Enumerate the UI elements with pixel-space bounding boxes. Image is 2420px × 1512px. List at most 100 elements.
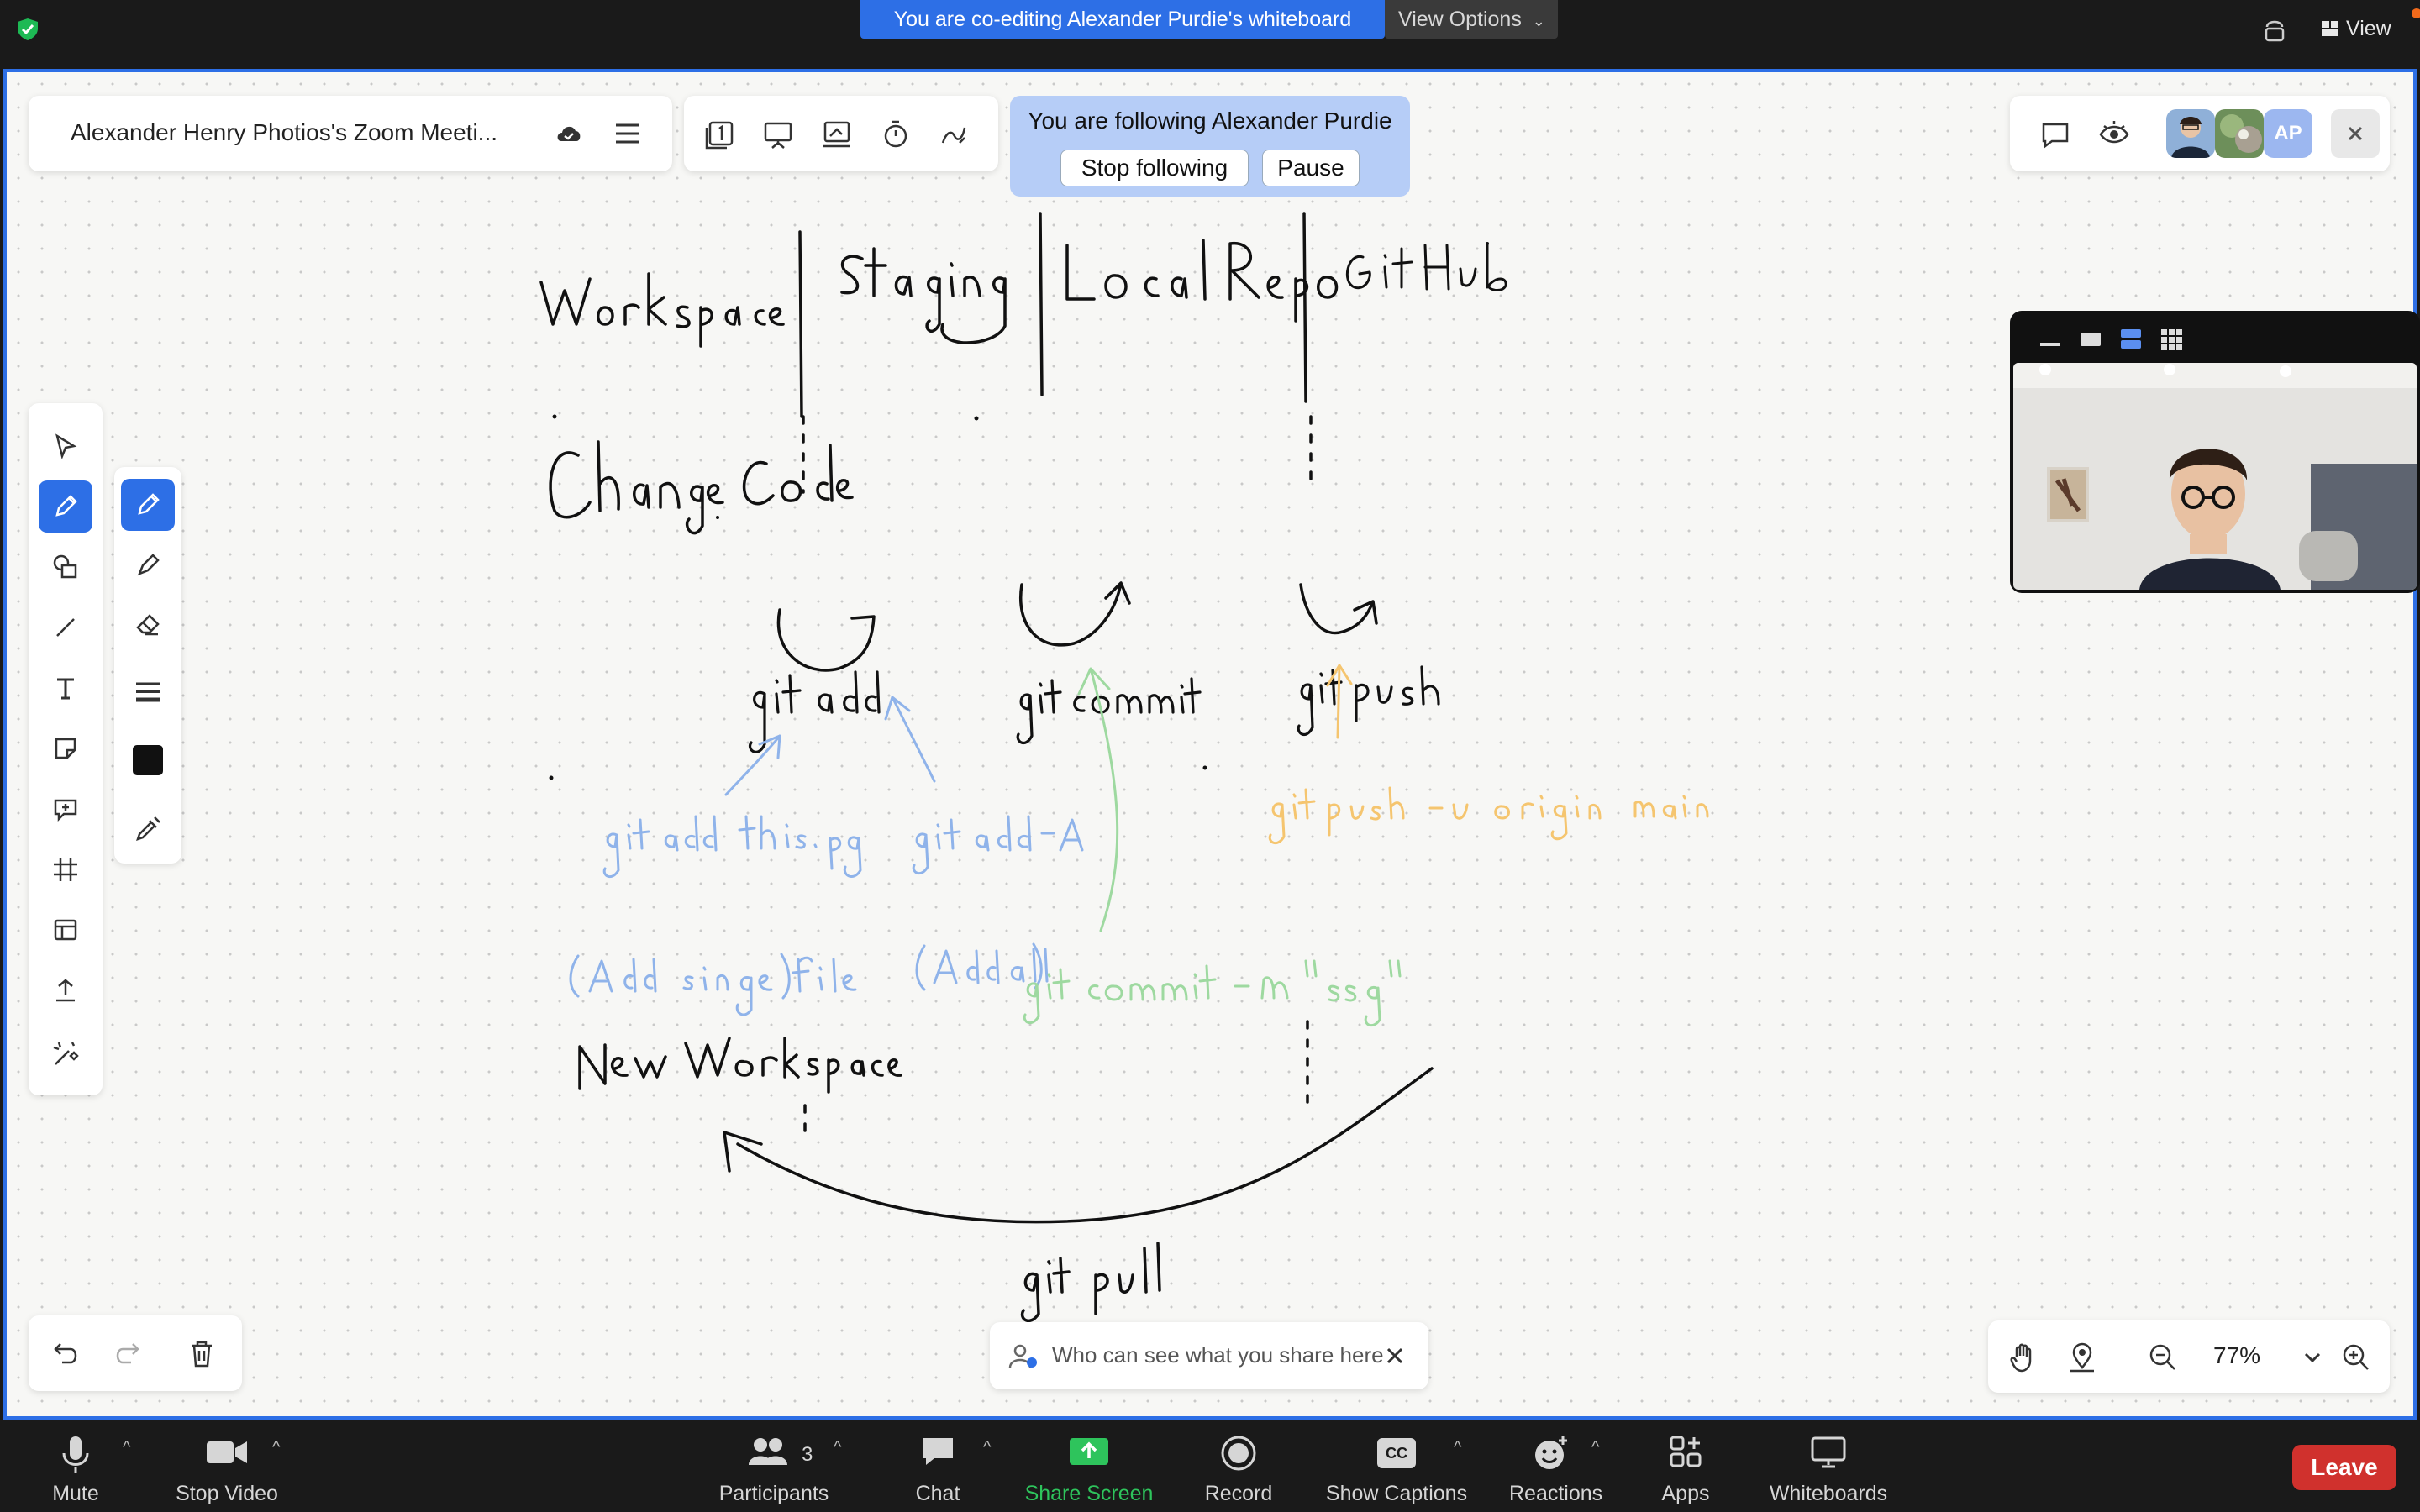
handwriting-staging (840, 247, 1007, 344)
share-notice-text: Who can see what you share here (1052, 1342, 1384, 1368)
location-pin-icon[interactable] (2065, 1341, 2099, 1374)
whiteboard-icon (1811, 1436, 1846, 1468)
ai-assist-tool[interactable] (39, 1028, 92, 1080)
present-icon[interactable] (761, 118, 795, 151)
stop-video-button[interactable]: Stop Video (165, 1435, 289, 1510)
reactions-button[interactable]: Reactions (1509, 1435, 1603, 1510)
close-icon (2348, 126, 2363, 141)
avatar-participant-initials[interactable]: AP (2264, 109, 2312, 158)
sticky-note-tool[interactable] (39, 722, 92, 774)
stop-following-button[interactable]: Stop following (1060, 150, 1249, 186)
close-icon[interactable] (1385, 1346, 1405, 1366)
zoom-level[interactable]: 77% (2213, 1342, 2260, 1369)
chevron-down-icon[interactable] (2302, 1347, 2323, 1368)
whiteboards-button[interactable]: Whiteboards (1761, 1435, 1896, 1510)
record-icon (1221, 1436, 1256, 1471)
mute-button[interactable]: Mute (42, 1435, 109, 1510)
shapes-tool[interactable] (39, 541, 92, 593)
share-screen-button[interactable]: Share Screen (1018, 1435, 1160, 1510)
stroke-width-option[interactable] (121, 665, 175, 717)
sticky-note-icon (55, 738, 76, 759)
pen-options-toolbar (114, 467, 182, 864)
eraser-option[interactable] (121, 598, 175, 650)
pen-tool[interactable] (39, 480, 92, 533)
cursor-arrow-icon (55, 433, 77, 460)
apps-grid-icon (1670, 1436, 1702, 1467)
drawing-toolbar (29, 403, 103, 1095)
self-video-tile[interactable] (2010, 311, 2420, 593)
share-board-icon[interactable] (820, 118, 854, 151)
record-button[interactable]: Record (1197, 1435, 1281, 1510)
mute-label: Mute (52, 1482, 99, 1505)
mute-options-chevron-icon[interactable]: ^ (123, 1438, 130, 1457)
view-options-button[interactable]: View Options ⌄ (1385, 0, 1558, 39)
eraser-icon (136, 614, 160, 636)
notification-dot (2412, 8, 2420, 18)
cloud-save-icon[interactable] (555, 121, 583, 146)
pages-icon[interactable] (702, 118, 736, 151)
upload-icon (56, 979, 75, 1002)
blue-annotations (569, 696, 1084, 1016)
eyedropper-option[interactable] (121, 803, 175, 855)
stop-video-label: Stop Video (176, 1482, 278, 1505)
eyedropper-icon (136, 816, 160, 841)
immersive-view-icon[interactable] (2262, 15, 2287, 44)
comment-tool[interactable] (39, 783, 92, 835)
pen-icon (138, 493, 160, 515)
highlighter-option[interactable] (121, 539, 175, 591)
share-screen-icon (1070, 1438, 1108, 1465)
view-button[interactable]: View (2321, 8, 2420, 45)
shapes-icon (53, 554, 77, 579)
follow-pointer-icon[interactable] (938, 118, 971, 151)
stacked-video-icon[interactable] (2119, 328, 2143, 351)
chat-button[interactable]: Chat (904, 1435, 971, 1510)
close-whiteboard-button[interactable] (2331, 109, 2380, 158)
leave-button[interactable]: Leave (2292, 1445, 2396, 1490)
avatar-participant-1[interactable] (2166, 109, 2215, 158)
minimize-video-icon[interactable] (2039, 329, 2062, 349)
video-options-chevron-icon[interactable]: ^ (272, 1438, 280, 1457)
chat-options-chevron-icon[interactable]: ^ (983, 1438, 991, 1457)
person-visibility-icon (1008, 1344, 1037, 1368)
participants-button[interactable]: 3 Participants (711, 1435, 837, 1510)
timer-icon[interactable] (879, 118, 913, 151)
hand-pan-icon[interactable] (2007, 1341, 2040, 1374)
show-captions-button[interactable]: CC Show Captions (1323, 1435, 1470, 1510)
upload-tool[interactable] (39, 964, 92, 1016)
video-feed (2013, 363, 2417, 590)
frame-icon (54, 858, 77, 881)
color-option[interactable] (121, 734, 175, 786)
handwriting-workspace (539, 272, 785, 348)
hamburger-menu-icon[interactable] (613, 121, 642, 146)
security-shield-icon[interactable] (15, 17, 40, 42)
comments-icon[interactable] (2039, 118, 2072, 151)
reactions-options-chevron-icon[interactable]: ^ (1591, 1438, 1599, 1457)
select-tool[interactable] (39, 420, 92, 472)
trash-icon[interactable] (185, 1337, 218, 1371)
grid-video-icon[interactable] (2160, 328, 2183, 351)
text-tool[interactable] (39, 662, 92, 714)
undo-icon[interactable] (50, 1337, 84, 1371)
apps-button[interactable]: Apps (1652, 1435, 1719, 1510)
chevron-down-icon: ⌄ (1532, 13, 1545, 29)
zoom-in-icon[interactable] (2339, 1341, 2373, 1374)
whiteboard-canvas[interactable] (3, 69, 2417, 1420)
templates-tool[interactable] (39, 904, 92, 956)
meeting-control-bar: Mute ^ Stop Video ^ 3 Participants ^ Cha… (0, 1423, 2420, 1512)
reactions-label: Reactions (1509, 1482, 1603, 1505)
pause-button[interactable]: Pause (1262, 150, 1360, 186)
redo-icon[interactable] (109, 1337, 143, 1371)
avatar-participant-2[interactable] (2215, 109, 2264, 158)
whiteboard-tools-panel (684, 96, 998, 171)
color-swatch-icon (133, 745, 163, 775)
zoom-out-icon[interactable] (2146, 1341, 2180, 1374)
visibility-eye-icon[interactable] (2097, 118, 2131, 151)
single-video-icon[interactable] (2079, 329, 2102, 349)
handwriting-github (1345, 242, 1507, 291)
participants-options-chevron-icon[interactable]: ^ (834, 1438, 841, 1457)
captions-options-chevron-icon[interactable]: ^ (1454, 1438, 1461, 1457)
line-tool[interactable] (39, 601, 92, 654)
pen-option[interactable] (121, 479, 175, 531)
frame-tool[interactable] (39, 843, 92, 895)
pen-icon (55, 495, 77, 517)
